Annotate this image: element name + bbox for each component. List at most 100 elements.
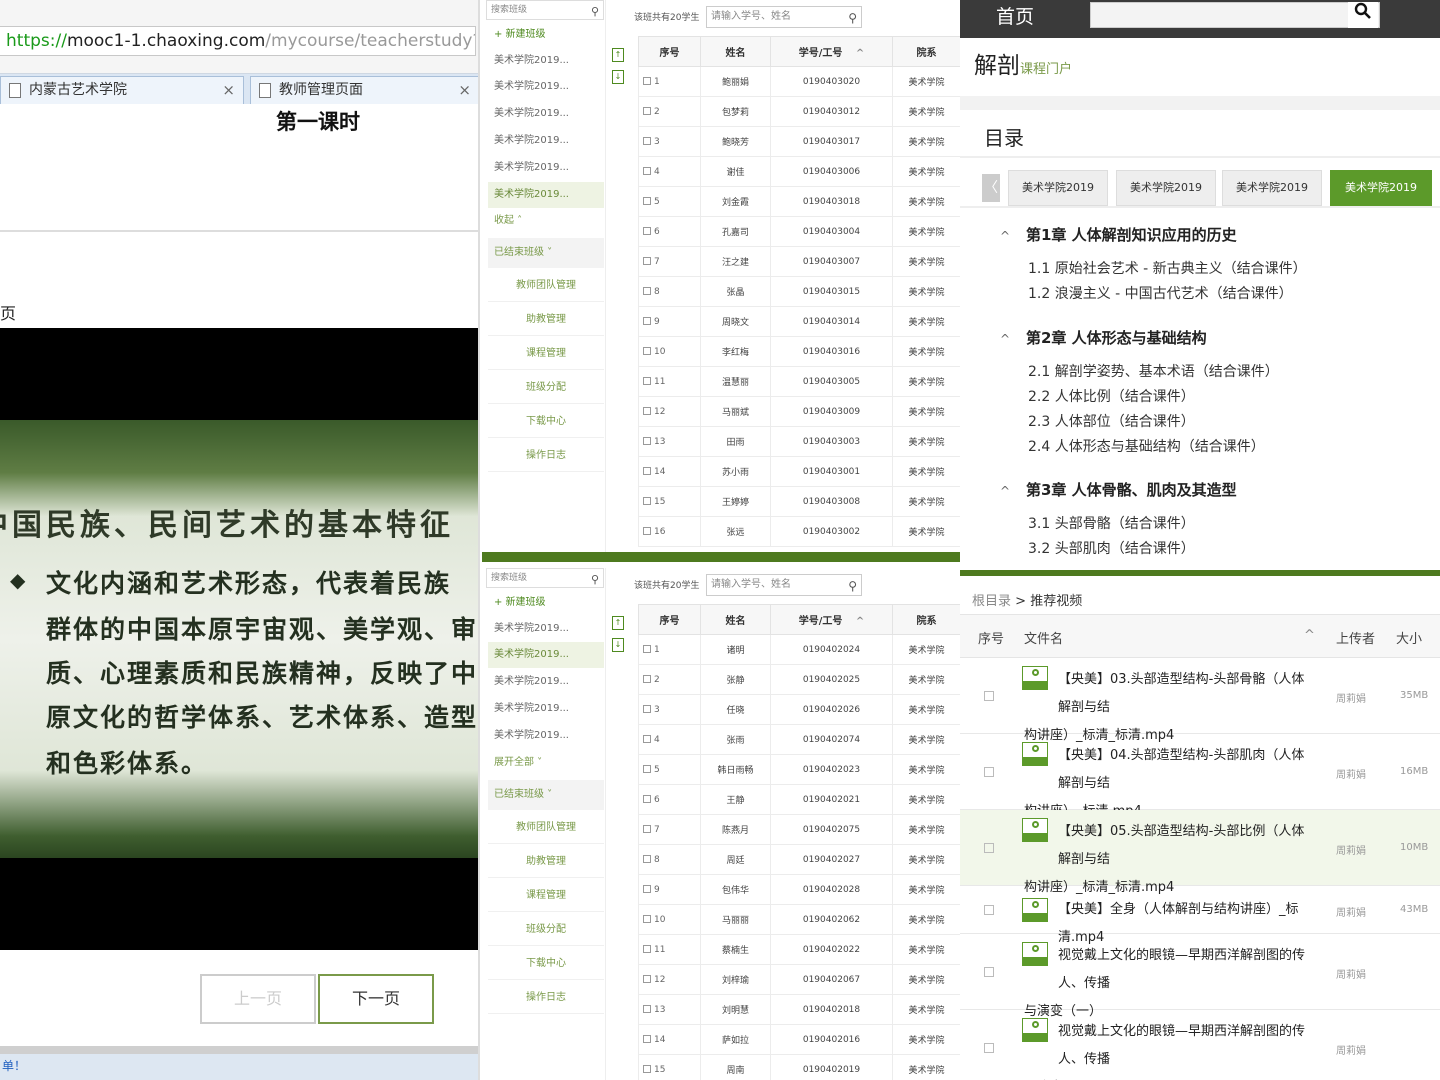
export-icon[interactable]: ↓ [612,638,624,652]
file-checkbox[interactable] [984,767,994,777]
row-checkbox[interactable] [643,1035,651,1043]
row-checkbox[interactable] [643,167,651,175]
class-tab[interactable]: 美术学院2019 [1222,170,1322,206]
class-item[interactable]: 美术学院2019... [488,723,604,749]
import-icon[interactable]: ↑ [612,616,624,630]
chevron-up-icon[interactable]: ^ [1000,229,1026,243]
table-row[interactable]: 8 周廷 0190402027 美术学院 [638,844,960,875]
table-row[interactable]: 2 张静 0190402025 美术学院 [638,664,960,695]
col-id[interactable]: 学号/工号 ^ [770,36,893,67]
row-checkbox[interactable] [643,317,651,325]
chevron-up-icon[interactable]: ^ [1000,332,1026,346]
row-checkbox[interactable] [643,945,651,953]
tab-scroll-left-icon[interactable]: 〈 [982,174,1000,202]
export-icon[interactable]: ↓ [612,70,624,84]
file-checkbox[interactable] [984,967,994,977]
breadcrumb-root[interactable]: 根目录 [972,594,1011,609]
table-row[interactable]: 13 刘明慧 0190402018 美术学院 [638,994,960,1025]
section-item[interactable]: 3.1 头部骨骼（结合课件） [1028,513,1195,533]
video-player[interactable]: 中国民族、民间艺术的基本特征 ◆ 文化内涵和艺术形态，代表着民族 群体的中国本原… [0,328,478,950]
table-row[interactable]: 4 张雨 0190402074 美术学院 [638,724,960,755]
table-row[interactable]: 10 李红梅 0190403016 美术学院 [638,336,960,367]
menu-teacher-team[interactable]: 教师团队管理 [488,812,604,844]
portal-search-input[interactable] [1090,2,1380,28]
class-search-input[interactable]: 搜索班级 ⚲ [486,0,604,20]
row-checkbox[interactable] [643,107,651,115]
row-checkbox[interactable] [643,765,651,773]
class-item[interactable]: 美术学院2019... [488,616,604,642]
table-row[interactable]: 7 陈燕月 0190402075 美术学院 [638,814,960,845]
section-item[interactable]: 2.1 解剖学姿势、基本术语（结合课件） [1028,361,1279,381]
table-row[interactable]: 7 汪之建 0190403007 美术学院 [638,246,960,277]
menu-class-assign[interactable]: 班级分配 [488,372,604,404]
address-bar[interactable]: https://mooc1-1.chaoxing.com/mycourse/te… [0,26,476,56]
file-row[interactable]: 【央美】全身（人体解剖与结构讲座）_标清.mp4 周莉娟 43MB [960,886,1440,945]
close-icon[interactable]: × [458,77,471,103]
sort-icon[interactable]: ^ [856,616,864,627]
row-checkbox[interactable] [643,1005,651,1013]
table-row[interactable]: 9 周晓文 0190403014 美术学院 [638,306,960,337]
menu-assistant[interactable]: 助教管理 [488,846,604,878]
row-checkbox[interactable] [643,467,651,475]
row-checkbox[interactable] [643,645,651,653]
new-class-button[interactable]: + 新建班级 [488,590,604,616]
menu-course[interactable]: 课程管理 [488,338,604,370]
row-checkbox[interactable] [643,825,651,833]
row-checkbox[interactable] [643,407,651,415]
file-checkbox[interactable] [984,1043,994,1053]
table-row[interactable]: 11 温慧丽 0190403005 美术学院 [638,366,960,397]
row-checkbox[interactable] [643,77,651,85]
ended-classes-group[interactable]: 已结束班级 ˅ [488,780,604,810]
section-item[interactable]: 2.3 人体部位（结合课件） [1028,411,1195,431]
row-checkbox[interactable] [643,437,651,445]
collapse-toggle[interactable]: 收起 ˄ [488,208,604,234]
row-checkbox[interactable] [643,915,651,923]
table-row[interactable]: 5 刘金霞 0190403018 美术学院 [638,186,960,217]
table-row[interactable]: 8 张晶 0190403015 美术学院 [638,276,960,307]
file-checkbox[interactable] [984,691,994,701]
table-row[interactable]: 11 蔡楠生 0190402022 美术学院 [638,934,960,965]
section-item[interactable]: 1.2 浪漫主义 - 中国古代艺术（结合课件） [1028,283,1293,303]
row-checkbox[interactable] [643,675,651,683]
student-search-input[interactable]: 请输入学号、姓名 ⚲ [706,6,862,28]
close-icon[interactable]: × [222,77,235,103]
chapter-title[interactable]: ^ 第3章 人体骨骼、肌肉及其造型 [1000,479,1237,500]
menu-log[interactable]: 操作日志 [488,982,604,1014]
table-row[interactable]: 4 谢佳 0190403006 美术学院 [638,156,960,187]
import-icon[interactable]: ↑ [612,48,624,62]
row-checkbox[interactable] [643,1065,651,1073]
menu-assistant[interactable]: 助教管理 [488,304,604,336]
expand-toggle[interactable]: 展开全部 ˅ [488,750,604,776]
home-link[interactable]: 首页 [996,2,1034,29]
sort-icon[interactable]: ^ [1304,628,1315,643]
row-checkbox[interactable] [643,227,651,235]
menu-teacher-team[interactable]: 教师团队管理 [488,270,604,302]
class-item[interactable]: 美术学院2019... [488,669,604,695]
ended-classes-group[interactable]: 已结束班级 ˅ [488,238,604,268]
table-row[interactable]: 12 马丽斌 0190403009 美术学院 [638,396,960,427]
row-checkbox[interactable] [643,975,651,983]
class-item-selected[interactable]: 美术学院2019... [488,642,604,668]
class-search-input[interactable]: 搜索班级 ⚲ [486,568,604,588]
chapter-title[interactable]: ^ 第1章 人体解剖知识应用的历史 [1000,224,1237,245]
row-checkbox[interactable] [643,377,651,385]
table-row[interactable]: 15 王婷婷 0190403008 美术学院 [638,486,960,517]
row-checkbox[interactable] [643,137,651,145]
menu-course[interactable]: 课程管理 [488,880,604,912]
row-checkbox[interactable] [643,527,651,535]
search-icon[interactable] [1348,2,1378,28]
row-checkbox[interactable] [643,257,651,265]
row-checkbox[interactable] [643,347,651,355]
row-checkbox[interactable] [643,705,651,713]
class-item[interactable]: 美术学院2019... [488,48,604,74]
section-item[interactable]: 2.2 人体比例（结合课件） [1028,386,1195,406]
chapter-title[interactable]: ^ 第2章 人体形态与基础结构 [1000,327,1207,348]
sort-icon[interactable]: ^ [856,48,864,59]
table-row[interactable]: 13 田雨 0190403003 美术学院 [638,426,960,457]
table-row[interactable]: 9 包伟华 0190402028 美术学院 [638,874,960,905]
col-id[interactable]: 学号/工号 ^ [770,604,893,635]
file-row[interactable]: 视觉戴上文化的眼镜—早期西洋解剖图的传人、传播 与演变（一） 周莉娟 [960,934,1440,1019]
class-tab[interactable]: 美术学院2019 [1116,170,1216,206]
table-row[interactable]: 10 马丽丽 0190402062 美术学院 [638,904,960,935]
chevron-up-icon[interactable]: ^ [1000,484,1026,498]
